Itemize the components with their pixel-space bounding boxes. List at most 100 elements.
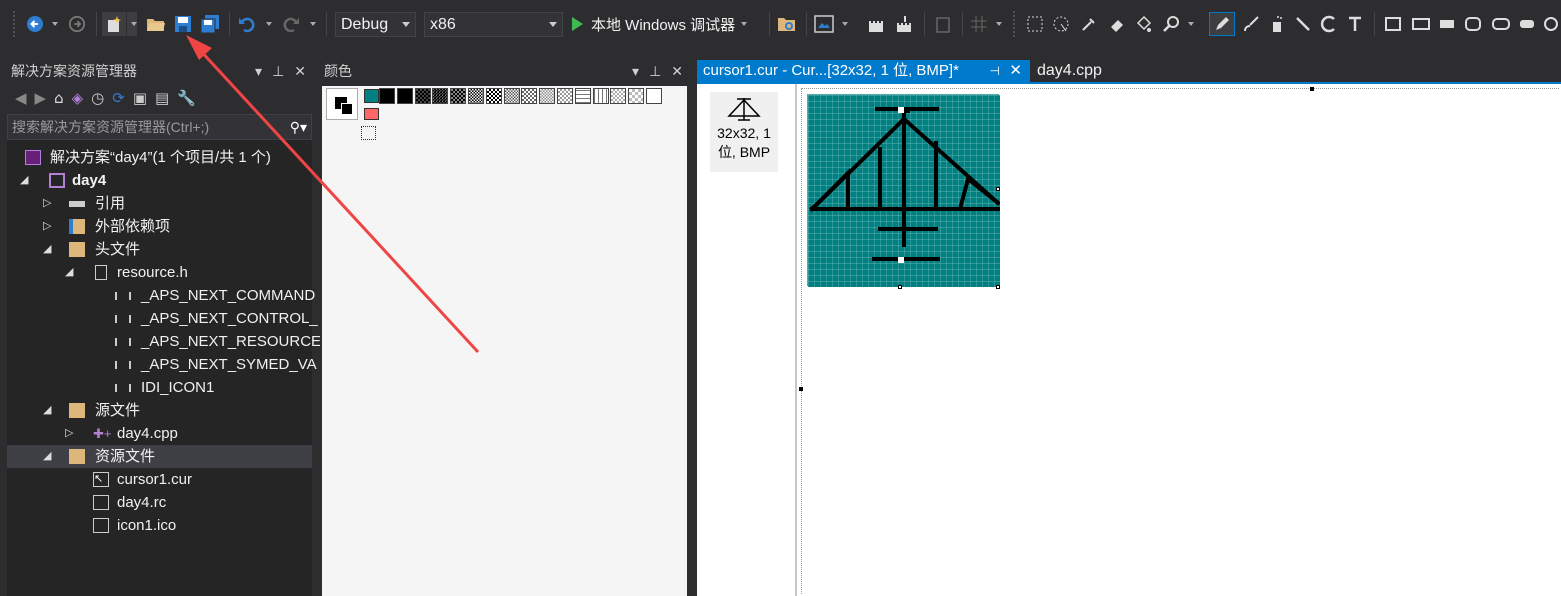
collapse-all-icon[interactable]: ▣ xyxy=(133,89,147,107)
forward-icon[interactable]: ▶ xyxy=(35,89,47,107)
image-tool-icon[interactable] xyxy=(812,12,836,36)
fill-icon[interactable] xyxy=(1132,12,1154,36)
color-swatch[interactable] xyxy=(574,88,591,104)
back-dropdown[interactable] xyxy=(48,12,58,36)
save-icon[interactable] xyxy=(172,12,194,36)
expanded-arrow-icon[interactable]: ◢ xyxy=(65,261,73,284)
sync-icon[interactable]: ⟳ xyxy=(112,89,125,107)
resize-handle[interactable] xyxy=(898,285,902,289)
back-icon[interactable]: ◀ xyxy=(15,89,27,107)
solution-platform-select[interactable]: x86 xyxy=(424,12,563,37)
vs-switch-view-icon[interactable]: ◈ xyxy=(72,89,84,107)
solution-search-input[interactable]: 搜索解决方案资源管理器(Ctrl+;) ⚲▾ xyxy=(7,114,312,140)
eyedropper-icon[interactable] xyxy=(1078,12,1100,36)
color-swatch[interactable] xyxy=(592,88,609,104)
color-swatch[interactable] xyxy=(450,88,467,104)
cursor-bitmap-canvas[interactable] xyxy=(807,94,1001,287)
close-icon[interactable]: ✕ xyxy=(294,60,306,82)
tree-item-header-files[interactable]: ◢ 头文件 xyxy=(7,238,312,261)
clipboard-icon[interactable] xyxy=(932,12,954,36)
color-swatch[interactable] xyxy=(628,88,645,104)
ellipse-outline-icon[interactable] xyxy=(1542,12,1560,36)
castle-icon[interactable] xyxy=(866,12,888,36)
expanded-arrow-icon[interactable]: ◢ xyxy=(43,399,51,422)
tree-item-project[interactable]: ◢ day4 xyxy=(7,169,312,192)
zoom-icon[interactable] xyxy=(1160,12,1182,36)
screen-color-icon[interactable] xyxy=(364,89,379,103)
forward-icon[interactable] xyxy=(66,12,88,36)
new-project-icon[interactable] xyxy=(102,12,126,36)
tree-item-icon1-ico[interactable]: icon1.ico xyxy=(7,514,312,537)
resize-handle[interactable] xyxy=(996,187,1000,191)
color-swatch[interactable] xyxy=(432,88,449,104)
canvas-resize-handle[interactable] xyxy=(1310,87,1314,91)
panel-splitter[interactable] xyxy=(689,60,697,596)
tree-item-macro[interactable]: _APS_NEXT_RESOURCE_ xyxy=(7,330,329,353)
colors-titlebar[interactable]: 颜色 ▾ ⊥ ✕ xyxy=(320,60,689,82)
eraser-icon[interactable] xyxy=(1106,12,1128,36)
castle-alt-icon[interactable] xyxy=(894,12,916,36)
pin-icon[interactable]: ⊥ xyxy=(272,60,284,82)
image-type-item[interactable]: 32x32, 1 位, BMP xyxy=(710,92,778,172)
tree-item-resource-files[interactable]: ◢ 资源文件 xyxy=(7,445,312,468)
tree-item-day4-rc[interactable]: day4.rc xyxy=(7,491,312,514)
back-icon[interactable] xyxy=(24,12,46,36)
color-swatch[interactable] xyxy=(379,88,395,104)
toolbar-grip[interactable] xyxy=(12,10,16,38)
expanded-arrow-icon[interactable]: ◢ xyxy=(43,445,51,468)
color-swatch[interactable] xyxy=(557,88,573,104)
fg-bg-color-selector[interactable] xyxy=(326,88,358,120)
rounded-rect-outline-icon[interactable] xyxy=(1462,12,1484,36)
panel-menu-icon[interactable]: ▾ xyxy=(632,60,639,82)
rect-select-icon[interactable] xyxy=(1024,12,1046,36)
tree-item-macro[interactable]: _APS_NEXT_SYMED_VA xyxy=(7,353,317,376)
grid-dropdown[interactable] xyxy=(992,12,1002,36)
tree-item-resource-h[interactable]: ◢ resource.h xyxy=(7,261,312,284)
properties-icon[interactable]: 🔧 xyxy=(177,89,196,107)
color-swatch[interactable] xyxy=(503,88,520,104)
text-tool-icon[interactable] xyxy=(1344,12,1366,36)
inverse-color-icon[interactable] xyxy=(364,108,379,120)
tree-item-solution[interactable]: 解决方案“day4”(1 个项目/共 1 个) xyxy=(7,146,312,169)
pending-changes-icon[interactable]: ◷ xyxy=(91,89,104,107)
image-tool-dropdown[interactable] xyxy=(838,12,848,36)
rectangle-outline-icon[interactable] xyxy=(1382,12,1404,36)
solution-config-select[interactable]: Debug xyxy=(335,12,416,37)
undo-dropdown[interactable] xyxy=(262,12,272,36)
show-all-files-icon[interactable]: ▤ xyxy=(155,89,169,107)
collapsed-arrow-icon[interactable]: ▷ xyxy=(65,422,73,445)
tree-item-macro[interactable]: _APS_NEXT_CONTROL_ xyxy=(7,307,318,330)
brush-icon[interactable] xyxy=(1240,12,1262,36)
tab-cursor1-cur[interactable]: cursor1.cur - Cur...[32x32, 1 位, BMP]* ⊣… xyxy=(697,60,1030,83)
pixel-grid[interactable] xyxy=(808,95,1001,287)
pencil-icon[interactable] xyxy=(1209,12,1235,36)
expanded-arrow-icon[interactable]: ◢ xyxy=(20,169,28,192)
collapsed-arrow-icon[interactable]: ▷ xyxy=(43,215,51,238)
rectangle-outline-filled-icon[interactable] xyxy=(1410,12,1432,36)
drawing-area[interactable] xyxy=(799,87,1559,594)
redo-icon[interactable] xyxy=(280,12,302,36)
tree-item-macro[interactable]: _APS_NEXT_COMMAND xyxy=(7,284,315,307)
search-icon[interactable]: ⚲▾ xyxy=(290,115,307,139)
solution-explorer-titlebar[interactable]: 解决方案资源管理器 ▾ ⊥ ✕ xyxy=(7,60,312,82)
save-all-icon[interactable] xyxy=(198,12,222,36)
color-swatch[interactable] xyxy=(521,88,538,104)
grid-icon[interactable] xyxy=(968,12,990,36)
line-icon[interactable] xyxy=(1292,12,1314,36)
zoom-dropdown[interactable] xyxy=(1184,12,1194,36)
rounded-rect-filled-icon[interactable] xyxy=(1516,12,1538,36)
panel-menu-icon[interactable]: ▾ xyxy=(255,60,262,82)
folder-find-icon[interactable] xyxy=(776,12,798,36)
color-swatch[interactable] xyxy=(485,88,502,104)
close-icon[interactable]: ✕ xyxy=(671,60,683,82)
tree-item-external-deps[interactable]: ▷ 外部依赖项 xyxy=(7,215,312,238)
color-swatch[interactable] xyxy=(396,88,413,104)
tree-item-cursor1-cur[interactable]: ↖ cursor1.cur xyxy=(7,468,312,491)
selection-color-icon[interactable] xyxy=(361,126,376,140)
redo-dropdown[interactable] xyxy=(306,12,316,36)
pin-icon[interactable]: ⊥ xyxy=(649,60,661,82)
tree-item-source-files[interactable]: ◢ 源文件 xyxy=(7,399,312,422)
rectangle-filled-icon[interactable] xyxy=(1436,12,1458,36)
collapsed-arrow-icon[interactable]: ▷ xyxy=(43,192,51,215)
new-project-dropdown[interactable] xyxy=(127,12,137,36)
